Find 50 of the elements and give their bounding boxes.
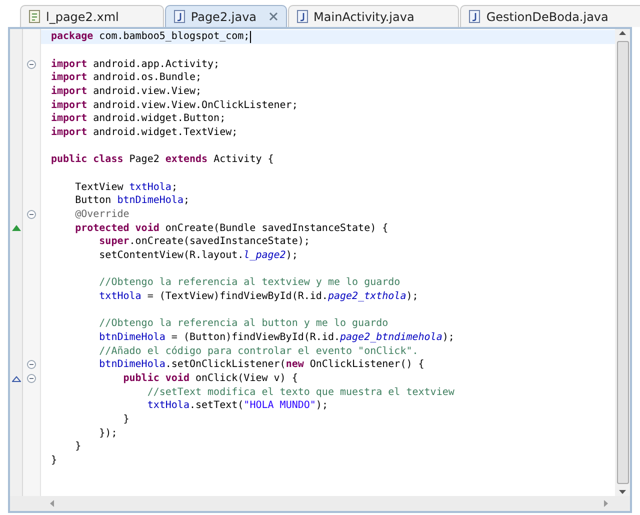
fold-collapse-icon[interactable]: [27, 210, 36, 220]
implements-marker-icon: [12, 376, 20, 382]
code-line: import android.app.Activity;: [51, 58, 220, 71]
scroll-down-icon[interactable]: [619, 490, 626, 494]
code-line: //Obtengo la referencia al button y me lo guardo: [98, 317, 388, 330]
scroll-left-icon[interactable]: [50, 500, 54, 507]
vertical-scrollbar[interactable]: [615, 29, 630, 496]
close-icon[interactable]: [268, 12, 278, 21]
code-line: }: [74, 440, 82, 454]
editor-tab[interactable]: MainActivity.java: [288, 5, 460, 27]
scroll-right-icon[interactable]: [604, 500, 608, 507]
code-line: @Override: [74, 208, 130, 222]
fold-collapse-icon[interactable]: [27, 360, 36, 370]
editor-tab[interactable]: Page2.java: [164, 5, 287, 27]
code-line: super.onCreate(savedInstanceState);: [98, 235, 310, 248]
code-line: import android.view.View.OnClickListener;: [51, 98, 298, 112]
code-line: //Obtengo la referencia al textview y me lo guardo: [98, 276, 400, 290]
code-line: txtHola.setText("HOLA MUNDO");: [146, 399, 328, 412]
scrollbar-thumb[interactable]: [616, 41, 628, 484]
code-line: package com.bamboo5_blogspot_com;: [51, 30, 250, 44]
code-line: }: [51, 454, 58, 468]
editor-tab[interactable]: l_page2.xml: [20, 5, 164, 27]
xml-file-icon: [29, 10, 40, 23]
code-line: import android.os.Bundle;: [51, 71, 202, 84]
code-line: }: [122, 413, 130, 426]
code-line: import android.widget.Button;: [51, 112, 226, 126]
code-line: import android.view.View;: [51, 85, 202, 98]
code-line: TextView txtHola;: [74, 180, 178, 194]
fold-collapse-icon[interactable]: [27, 60, 36, 69]
code-line: btnDimeHola.setOnClickListener(new OnClickListener() {: [98, 358, 424, 372]
override-marker-icon: [12, 225, 20, 232]
scroll-up-icon[interactable]: [619, 31, 626, 35]
java-file-icon: [174, 10, 185, 23]
code-line: });: [98, 426, 118, 440]
fold-collapse-icon[interactable]: [27, 374, 36, 384]
java-file-icon: [469, 10, 480, 23]
code-line: txtHola = (TextView)findViewById(R.id.page2_txthola);: [98, 290, 418, 304]
horizontal-scrollbar[interactable]: [10, 496, 630, 511]
java-file-icon: [296, 10, 308, 23]
code-line: public void onClick(View v) {: [122, 372, 298, 386]
code-line: btnDimeHola = (Button)findViewById(R.id.page2_btndimehola);: [98, 331, 454, 344]
code-line: protected void onCreate(Bundle savedInstanceState) {: [74, 222, 388, 235]
code-line: Button btnDimeHola;: [74, 194, 190, 208]
code-line: setContentView(R.layout.l_page2);: [98, 249, 298, 262]
code-line: import android.widget.TextView;: [51, 126, 238, 140]
code-line: //setText modifica el texto que muestra el textview: [146, 386, 454, 399]
editor-tab[interactable]: GestionDeBoda.java: [460, 5, 640, 27]
code-line: //Añado el código para controlar el evento "onClick".: [98, 344, 418, 358]
code-line: public class Page2 extends Activity {: [51, 153, 274, 166]
text-cursor: [250, 30, 251, 43]
